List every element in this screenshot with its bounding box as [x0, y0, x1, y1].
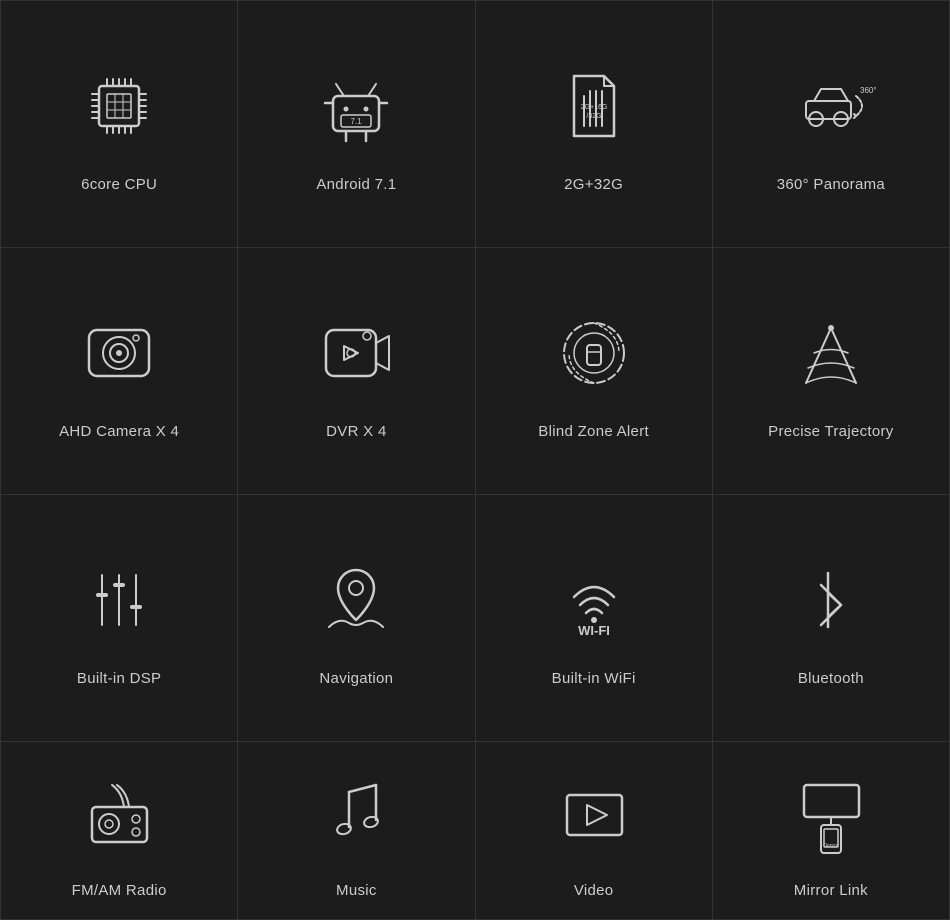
radio-label: FM/AM Radio: [72, 882, 167, 899]
radio-icon: [69, 762, 169, 862]
cell-dsp: Built-in DSP: [1, 495, 238, 742]
android-label: Android 7.1: [316, 176, 396, 193]
cell-dvr: DVR X 4: [238, 248, 475, 495]
cell-wifi: WI-FI Built-in WiFi: [476, 495, 713, 742]
svg-text:Oenice: Oenice: [823, 843, 839, 849]
video-label: Video: [574, 882, 614, 899]
svg-text:7.1: 7.1: [351, 117, 363, 126]
cell-radio: FM/AM Radio: [1, 742, 238, 920]
blind-label: Blind Zone Alert: [538, 423, 649, 440]
cell-mirror: Oenice Mirror Link: [713, 742, 950, 920]
camera-label: AHD Camera X 4: [59, 423, 179, 440]
svg-text:WI-FI: WI-FI: [578, 623, 610, 638]
dsp-icon: [69, 550, 169, 650]
mirror-label: Mirror Link: [794, 882, 868, 899]
navigation-label: Navigation: [319, 670, 393, 687]
svg-text:2G+16G: 2G+16G: [580, 104, 607, 111]
cell-camera: AHD Camera X 4: [1, 248, 238, 495]
cell-bluetooth: Bluetooth: [713, 495, 950, 742]
trajectory-label: Precise Trajectory: [768, 423, 893, 440]
panorama-label: 360° Panorama: [777, 176, 885, 193]
bluetooth-label: Bluetooth: [798, 670, 864, 687]
features-grid: 6core CPU 7.1: [0, 0, 950, 920]
cell-android: 7.1 Android 7.1: [238, 1, 475, 248]
camera-icon: [69, 303, 169, 403]
panorama-icon: 360°: [781, 56, 881, 156]
storage-icon: 2G+16G /32G: [544, 56, 644, 156]
svg-text:360°: 360°: [860, 86, 876, 95]
bluetooth-icon: [781, 550, 881, 650]
navigation-icon: [306, 550, 406, 650]
music-icon: [306, 762, 406, 862]
video-icon: [544, 762, 644, 862]
cell-trajectory: Precise Trajectory: [713, 248, 950, 495]
storage-label: 2G+32G: [564, 176, 623, 193]
dvr-label: DVR X 4: [326, 423, 386, 440]
wifi-icon: WI-FI: [544, 550, 644, 650]
blind-icon: [544, 303, 644, 403]
dvr-icon: [306, 303, 406, 403]
cell-blind: Blind Zone Alert: [476, 248, 713, 495]
android-icon: 7.1: [306, 56, 406, 156]
mirror-icon: Oenice: [781, 762, 881, 862]
cell-music: Music: [238, 742, 475, 920]
cell-video: Video: [476, 742, 713, 920]
wifi-label: Built-in WiFi: [552, 670, 636, 687]
cell-storage: 2G+16G /32G 2G+32G: [476, 1, 713, 248]
cell-navigation: Navigation: [238, 495, 475, 742]
cell-cpu: 6core CPU: [1, 1, 238, 248]
svg-text:/32G: /32G: [586, 113, 601, 120]
trajectory-icon: [781, 303, 881, 403]
dsp-label: Built-in DSP: [77, 670, 161, 687]
cell-panorama: 360° 360° Panorama: [713, 1, 950, 248]
cpu-label: 6core CPU: [81, 176, 157, 193]
cpu-icon: [69, 56, 169, 156]
music-label: Music: [336, 882, 377, 899]
